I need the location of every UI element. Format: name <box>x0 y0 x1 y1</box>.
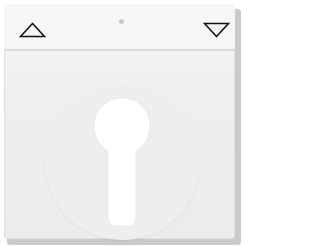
strip-divider <box>4 49 235 51</box>
arrow-up-icon <box>19 22 46 38</box>
indicator-dot <box>119 19 124 24</box>
switch-cover-scene <box>0 0 243 247</box>
arrow-down-icon <box>203 22 230 38</box>
keyhole-icon <box>93 97 151 227</box>
